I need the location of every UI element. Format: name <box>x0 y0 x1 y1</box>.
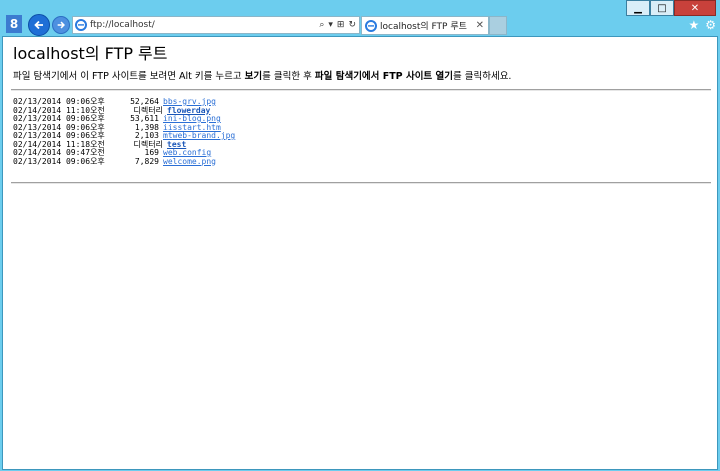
intro-bold-open: 파일 탐색기에서 FTP 사이트 열기 <box>314 71 453 82</box>
row-dir-label: 디렉터리 <box>133 139 163 149</box>
close-tab-icon[interactable]: ✕ <box>476 20 488 31</box>
intro-part-3: 를 클릭하세요. <box>452 71 512 82</box>
back-arrow-icon <box>34 20 43 30</box>
address-url[interactable]: ftp://localhost/ <box>90 20 319 30</box>
chevron-down-icon[interactable]: ▾ <box>328 20 333 30</box>
search-icon[interactable]: ⌕ <box>319 20 324 30</box>
google-toolbar-button[interactable]: 8 <box>6 15 22 33</box>
listing-row: 02/13/2014 09:06오후 7,829 welcome.png <box>13 156 235 167</box>
address-controls: ⌕ ▾ ⊞ ↻ <box>319 20 359 30</box>
row-size: 7,829 <box>134 156 159 166</box>
refresh-icon[interactable]: ↻ <box>348 20 356 30</box>
gear-icon[interactable]: ⚙ <box>705 18 716 32</box>
row-date: 02/13/2014 09:06오후 <box>13 156 105 166</box>
compatibility-view-icon[interactable]: ⊞ <box>337 20 345 30</box>
favorites-star-icon[interactable]: ★ <box>688 18 699 32</box>
new-tab-button[interactable] <box>489 16 507 35</box>
toolbar-icons: ★ ⚙ <box>688 18 716 32</box>
tab-title: localhost의 FTP 루트 <box>380 22 467 32</box>
ftp-listing: 02/13/2014 09:06오후 52,264 bbs-grv.jpg 02/1… <box>13 97 235 167</box>
divider-top <box>11 89 711 91</box>
ie-logo-icon <box>75 19 87 31</box>
browser-window: ▁ □ ✕ 8 ftp://localhost/ ⌕ ▾ ⊞ ↻ localho… <box>0 0 720 471</box>
navigation-bar: 8 ftp://localhost/ ⌕ ▾ ⊞ ↻ localhost의 FT… <box>0 14 720 36</box>
intro-text: 파일 탐색기에서 이 FTP 사이트를 보려면 Alt 키를 누르고 보기를 클… <box>13 68 511 82</box>
tab-ie-logo-icon <box>365 19 377 32</box>
intro-part-2: 를 클릭한 후 <box>262 71 315 82</box>
page-title: localhost의 FTP 루트 <box>13 44 168 63</box>
intro-bold-view: 보기 <box>244 71 263 82</box>
file-link[interactable]: welcome.png <box>163 157 216 167</box>
divider-bottom <box>11 182 711 184</box>
address-bar[interactable]: ftp://localhost/ ⌕ ▾ ⊞ ↻ <box>72 16 360 34</box>
forward-button[interactable] <box>52 16 70 34</box>
back-button[interactable] <box>28 14 50 36</box>
tab-localhost[interactable]: localhost의 FTP 루트 ✕ <box>361 16 489 35</box>
forward-arrow-icon <box>57 21 65 29</box>
page-content: localhost의 FTP 루트 파일 탐색기에서 이 FTP 사이트를 보려… <box>2 36 718 470</box>
intro-part-1: 파일 탐색기에서 이 FTP 사이트를 보려면 Alt 키를 누르고 <box>13 71 245 82</box>
